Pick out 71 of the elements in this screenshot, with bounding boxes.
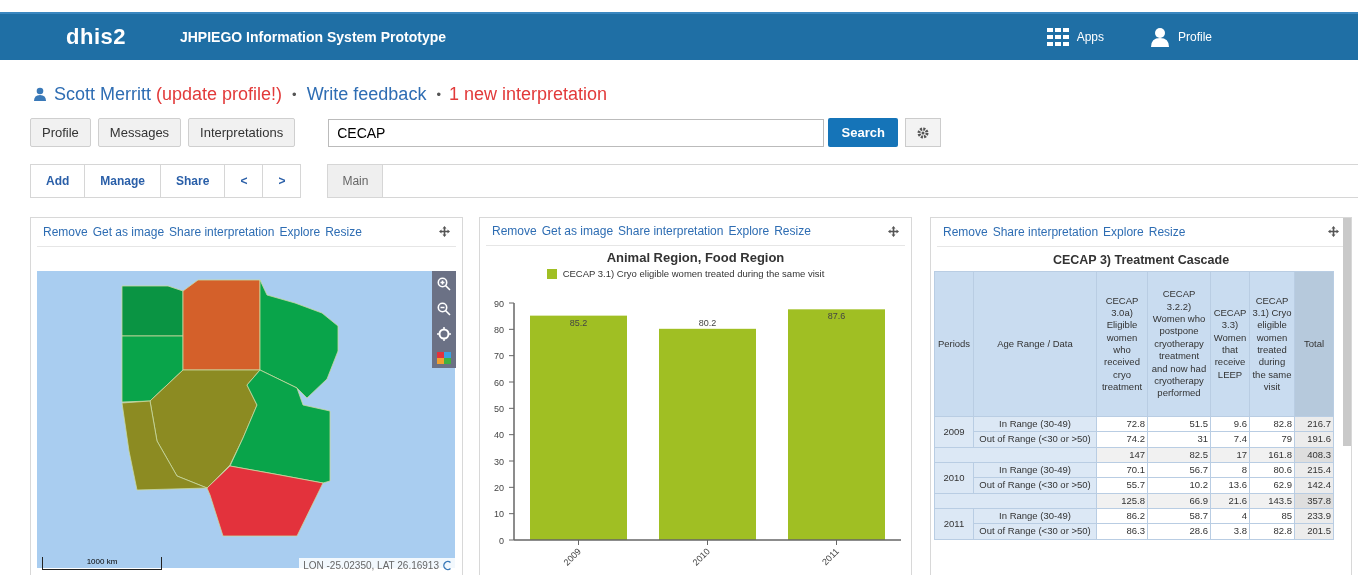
y-tick-label: 70 (493, 351, 504, 362)
column-header: Age Range / Data (973, 271, 1097, 417)
locate-icon[interactable] (437, 327, 451, 341)
action-link[interactable]: Resize (325, 224, 362, 239)
y-tick-label: 50 (493, 403, 504, 414)
user-link[interactable]: Scott Merritt (54, 83, 151, 105)
action-link[interactable]: Remove (43, 224, 88, 239)
action-link[interactable]: Get as image (541, 224, 614, 238)
logo[interactable]: dhis2 (66, 24, 126, 50)
y-tick-label: 80 (493, 324, 504, 335)
y-tick-label: 10 (493, 509, 504, 520)
nav-button[interactable]: Profile (30, 118, 91, 147)
search-button[interactable]: Search (828, 118, 899, 147)
period-cell: 2009 (934, 416, 974, 448)
grid-icon (1046, 28, 1069, 46)
action-link[interactable]: Get as image (92, 224, 165, 239)
alert-link[interactable]: (update profile!) (156, 83, 283, 105)
data-label: 80.2 (698, 317, 716, 328)
person-icon (33, 87, 47, 101)
header-menu-link[interactable]: Profile (1150, 27, 1212, 47)
column-header: Total (1294, 271, 1334, 417)
column-header: CECAP 3.1) Cryo eligible women treated during the same visit (1249, 271, 1295, 417)
column-header: CECAP 3.3) Women that receive LEEP (1210, 271, 1250, 417)
refresh-icon[interactable] (443, 560, 452, 571)
y-tick-label: 90 (493, 298, 504, 309)
y-tick-label: 0 (498, 535, 504, 546)
action-link[interactable]: Explore (279, 224, 321, 239)
dashboard-tab[interactable]: Main (328, 165, 384, 197)
separator: • (292, 86, 297, 102)
column-header: CECAP 3.2.2) Women who postpone cryotherapy treatment and now had cryotherapy performed (1147, 271, 1211, 417)
y-tick-label: 60 (493, 377, 504, 388)
zoom-in-icon[interactable] (437, 277, 451, 291)
settings-button[interactable] (905, 118, 942, 147)
move-icon[interactable] (439, 226, 450, 237)
period-cell: 2010 (934, 462, 974, 494)
settings-icon (917, 126, 930, 139)
user-link[interactable]: Write feedback (306, 83, 427, 105)
period-cell: 2011 (934, 508, 974, 540)
action-link[interactable]: Remove (943, 224, 988, 239)
column-header: CECAP 3.0a) Eligible women who received cryo treatment (1096, 271, 1148, 417)
action-link[interactable]: Resize (1148, 224, 1186, 239)
nav-button[interactable]: Interpretations (188, 118, 296, 147)
table-title: CECAP 3) Treatment Cascade (1051, 253, 1231, 267)
app-title: JHPIEGO Information System Prototype (179, 29, 447, 45)
chart-title: Animal Region, Food Region (606, 250, 785, 265)
nav-button[interactable]: Messages (97, 118, 182, 147)
y-tick-label: 20 (493, 482, 504, 493)
y-tick-label: 40 (493, 430, 504, 441)
zoom-out-icon[interactable] (437, 302, 451, 316)
alert-link[interactable]: 1 new interpretation (448, 83, 608, 105)
person-icon (1150, 27, 1170, 47)
data-label: 85.2 (569, 317, 587, 328)
action-link[interactable]: Share interpretation (618, 224, 724, 238)
action-link[interactable]: Share interpretation (992, 224, 1099, 239)
data-label: 87.6 (827, 311, 845, 322)
action-link[interactable]: Remove (492, 224, 537, 238)
y-tick-label: 30 (493, 456, 504, 467)
action-link[interactable]: Resize (774, 224, 811, 238)
action-link[interactable]: Explore (1103, 224, 1144, 239)
search-field[interactable]: CECAP (328, 118, 825, 147)
scale-bar: 1000 km (42, 557, 162, 570)
column-header: Periods (934, 271, 974, 417)
scrollbar[interactable] (1343, 218, 1351, 446)
legend-label: CECAP 3.1) Cryo eligible women treated during the same visit (562, 268, 825, 279)
action-link[interactable]: Share interpretation (169, 224, 275, 239)
header-menu-link[interactable]: Apps (1046, 28, 1104, 46)
action-link[interactable]: Explore (728, 224, 770, 238)
move-icon[interactable] (888, 225, 899, 237)
coordinates-text: LON -25.02350, LAT 26.16913 (303, 560, 439, 571)
separator: • (436, 86, 441, 102)
move-icon[interactable] (1328, 226, 1339, 237)
